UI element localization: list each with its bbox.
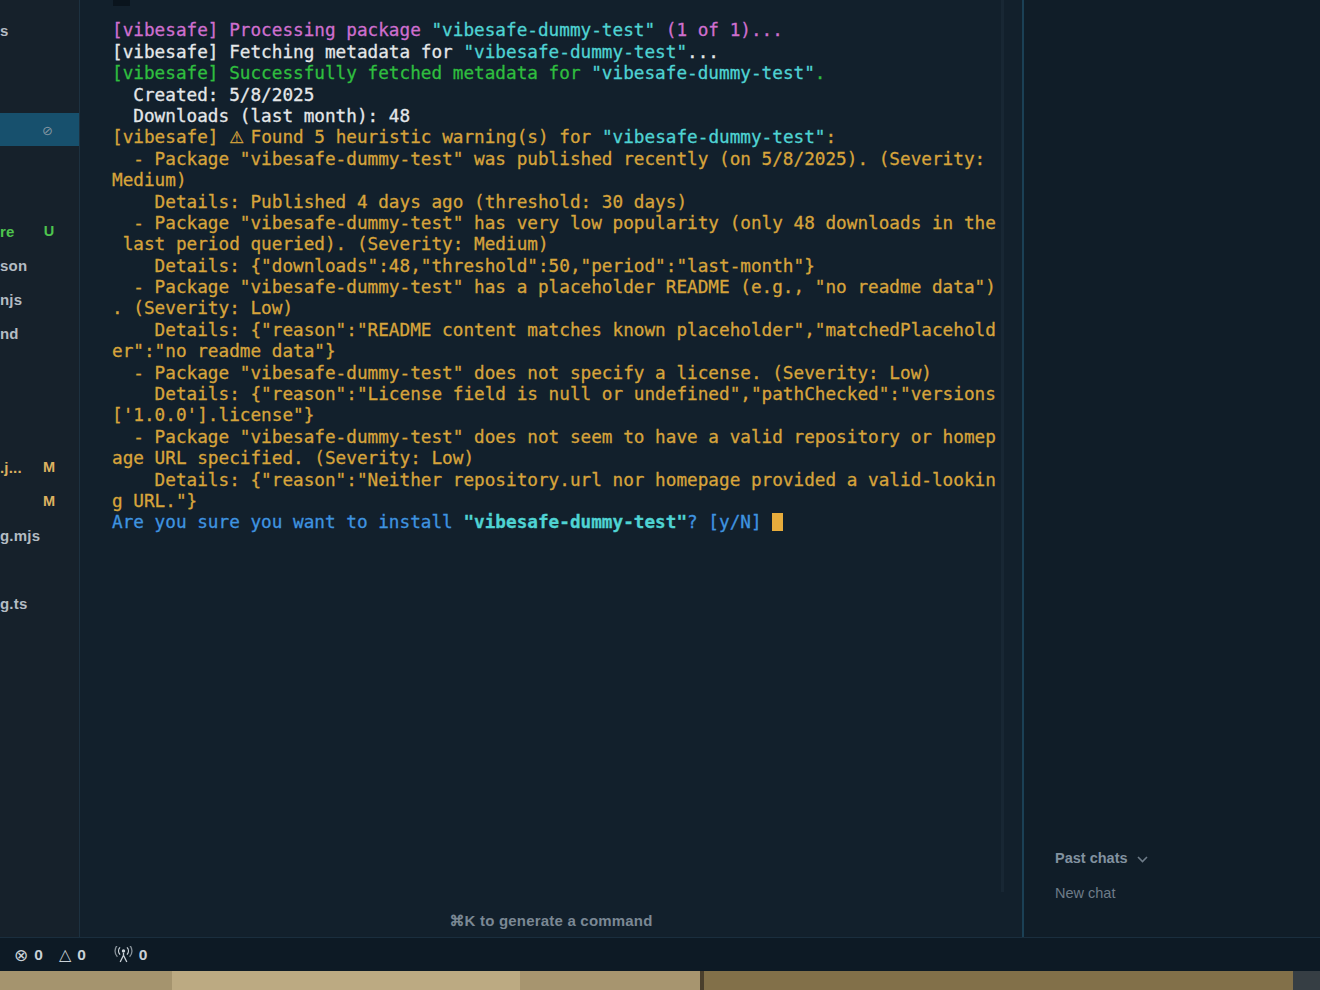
desktop-segment bbox=[1293, 971, 1320, 990]
git-status-badge: M bbox=[41, 459, 57, 475]
terminal-row: - Package "vibesafe-dummy-test" has a pl… bbox=[112, 277, 996, 298]
file-label: .j... bbox=[0, 459, 22, 476]
desktop-segment bbox=[704, 971, 1293, 990]
file-item[interactable]: g.ts bbox=[0, 591, 80, 615]
ports-count[interactable]: 0 bbox=[139, 946, 148, 964]
file-item-untracked[interactable]: re U bbox=[0, 219, 80, 243]
terminal-row: Downloads (last month): 48 bbox=[112, 106, 996, 127]
desktop-segment bbox=[0, 971, 172, 990]
terminal-row: [vibesafe] Processing package "vibesafe-… bbox=[112, 20, 996, 41]
terminal-row: Medium) bbox=[112, 170, 996, 191]
terminal-row: ['1.0.0'].license"} bbox=[112, 405, 996, 426]
app-window: s ⊘ re Uson njs nd .j... M Mg.mjs g.ts [vibesafe]… bbox=[0, 0, 1320, 990]
error-count[interactable]: 0 bbox=[34, 946, 43, 964]
file-item[interactable]: njs bbox=[0, 287, 80, 311]
file-item-modified[interactable]: .j... M bbox=[0, 455, 80, 479]
terminal-row: Details: {"reason":"Neither repository.u… bbox=[112, 470, 996, 491]
terminal-row: Are you sure you want to install "vibesa… bbox=[112, 512, 996, 533]
git-status-badge: U bbox=[41, 223, 57, 239]
terminal-row: [vibesafe] ⚠ Found 5 heuristic warning(s… bbox=[112, 127, 996, 148]
past-chats-button[interactable]: Past chats bbox=[1055, 850, 1148, 866]
terminal-row: Details: Published 4 days ago (threshold… bbox=[112, 192, 996, 213]
desktop-segment bbox=[520, 971, 700, 990]
terminal-row: - Package "vibesafe-dummy-test" was publ… bbox=[112, 149, 996, 170]
terminal-row: Details: {"reason":"README content match… bbox=[112, 320, 996, 341]
warning-count[interactable]: 0 bbox=[77, 946, 86, 964]
file-label: son bbox=[0, 257, 27, 274]
file-label: re bbox=[0, 223, 15, 240]
desktop-segment bbox=[172, 971, 520, 990]
file-label: g.mjs bbox=[0, 527, 40, 544]
terminal-row: er":"no readme data"} bbox=[112, 341, 996, 362]
terminal-row: g URL."} bbox=[112, 491, 996, 512]
terminal-row: age URL specified. (Severity: Low) bbox=[112, 448, 996, 469]
terminal-row: Details: {"downloads":48,"threshold":50,… bbox=[112, 256, 996, 277]
file-label: nd bbox=[0, 325, 19, 342]
file-item-modified[interactable]: M bbox=[0, 489, 80, 513]
file-label: s bbox=[0, 22, 9, 39]
terminal-output: [vibesafe] Processing package "vibesafe-… bbox=[112, 20, 996, 533]
status-bar: ⊗ 0 △ 0 0 bbox=[0, 937, 1320, 971]
new-chat-button[interactable]: New chat bbox=[1055, 885, 1115, 901]
terminal-scrollbar[interactable] bbox=[1001, 0, 1004, 892]
warnings-icon[interactable]: △ bbox=[59, 945, 71, 964]
terminal-row: - Package "vibesafe-dummy-test" has very… bbox=[112, 213, 996, 234]
file-item[interactable]: nd bbox=[0, 321, 80, 345]
terminal-row: - Package "vibesafe-dummy-test" does not… bbox=[112, 363, 996, 384]
file-label: njs bbox=[0, 291, 22, 308]
terminal-panel[interactable]: [vibesafe] Processing package "vibesafe-… bbox=[80, 0, 1022, 937]
broadcast-icon[interactable] bbox=[114, 946, 133, 963]
terminal-notch bbox=[113, 0, 130, 6]
terminal-hint: ⌘K to generate a command bbox=[80, 912, 1022, 930]
past-chats-label: Past chats bbox=[1055, 850, 1128, 866]
file-item[interactable]: g.mjs bbox=[0, 523, 80, 547]
terminal-row: [vibesafe] Successfully fetched metadata… bbox=[112, 63, 996, 84]
desktop-strip bbox=[0, 971, 1320, 990]
terminal-row: last period queried). (Severity: Medium) bbox=[112, 234, 996, 255]
file-explorer-sidebar: s ⊘ re Uson njs nd .j... M Mg.mjs g.ts bbox=[0, 0, 80, 937]
circle-slash-icon: ⊘ bbox=[42, 122, 53, 137]
active-file-item[interactable]: ⊘ bbox=[0, 113, 80, 146]
terminal-row: Created: 5/8/2025 bbox=[112, 85, 996, 106]
terminal-row: . (Severity: Low) bbox=[112, 298, 996, 319]
chevron-down-icon bbox=[1137, 856, 1148, 863]
errors-icon[interactable]: ⊗ bbox=[14, 945, 28, 965]
terminal-row: Details: {"reason":"License field is nul… bbox=[112, 384, 996, 405]
chat-sidebar: Past chats New chat bbox=[1022, 0, 1320, 937]
terminal-row: - Package "vibesafe-dummy-test" does not… bbox=[112, 427, 996, 448]
file-label: g.ts bbox=[0, 595, 27, 612]
file-item[interactable]: s bbox=[0, 18, 80, 42]
file-item[interactable]: son bbox=[0, 253, 80, 277]
terminal-row: [vibesafe] Fetching metadata for "vibesa… bbox=[112, 42, 996, 63]
git-status-badge: M bbox=[41, 493, 57, 509]
